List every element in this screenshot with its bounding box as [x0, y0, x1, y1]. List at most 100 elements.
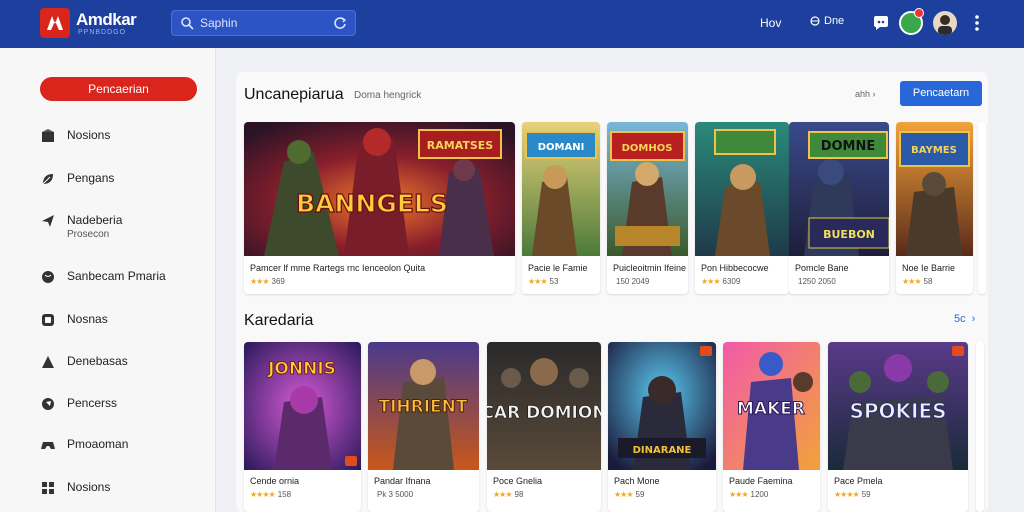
card-title: Pomcle Bane	[795, 263, 849, 273]
section-subtitle: Doma hengrick	[354, 90, 422, 101]
rating-count: 98	[514, 490, 524, 499]
rating-count: 59	[635, 490, 645, 499]
game-card[interactable]: DOMANI Pacie le Famie ★★★ 53	[522, 122, 600, 294]
sidebar-item-1[interactable]: Nosions	[40, 128, 110, 144]
game-art: DOMHOS	[607, 122, 688, 256]
section-title: Karedaria	[244, 312, 314, 329]
star-rating-icon: ★★★★	[250, 490, 276, 499]
game-card[interactable]: DOMNE BUEBON Pomcle Bane 1250 2050	[789, 122, 889, 294]
game-card-partial[interactable]	[978, 122, 986, 294]
card-title: Noe Ie Barrie	[902, 263, 956, 273]
star-rating-icon: ★★★	[902, 277, 921, 286]
rating-count: 6309	[722, 277, 741, 286]
card-tag-icon	[952, 346, 964, 356]
card-title: Pandar Ifnana	[374, 476, 431, 486]
card-title: Pach Mone	[614, 476, 660, 486]
card-art-text: DINARANE	[633, 445, 692, 456]
search-input[interactable]: Saphin	[200, 16, 237, 30]
game-art: DOMANI	[522, 122, 600, 256]
card-rating: ★★★ 1200	[729, 490, 768, 499]
game-card[interactable]: TIHRIENT Pandar Ifnana Pk 3 5000	[368, 342, 479, 512]
rating-count: 1200	[750, 490, 769, 499]
game-card[interactable]: RAMATSES BANNGELS Pamcer lf mme Rartegs …	[244, 122, 515, 294]
language-label: Dne	[824, 15, 845, 27]
sidebar-item-9[interactable]: Nosions	[40, 480, 110, 496]
user-avatar-icon	[938, 15, 952, 35]
star-rating-icon: ★★★	[493, 490, 512, 499]
card-title: Pacie le Famie	[528, 263, 588, 273]
card-tag-icon	[700, 346, 712, 356]
section-action-button[interactable]: Pencaetarn	[900, 81, 982, 106]
card-badge-text: DOMNE	[821, 139, 876, 154]
sidebar-item-5[interactable]: Nosnas	[40, 312, 108, 328]
rating-count: 369	[271, 277, 285, 286]
game-art: MAKER	[723, 342, 820, 470]
logo-icon	[47, 16, 63, 30]
game-card[interactable]: MAKER Paude Faemina ★★★ 1200	[723, 342, 820, 512]
game-art	[695, 122, 789, 256]
section-more-link[interactable]: 5c ›	[954, 313, 975, 325]
game-art: DINARANE	[608, 342, 716, 470]
sidebar-item-label: Sanbecam Pmaria	[67, 269, 166, 283]
sidebar-item-7[interactable]: Pencerss	[40, 396, 117, 412]
card-badge-text: BAYMES	[911, 145, 957, 156]
refresh-icon[interactable]	[333, 16, 347, 30]
section-more-link[interactable]: ahh ›	[855, 89, 876, 99]
more-vertical-icon[interactable]	[972, 13, 982, 33]
arrow-right-icon: ›	[872, 89, 876, 99]
sidebar-item-8[interactable]: Pmoaoman	[40, 437, 128, 453]
game-art: CAR DOMION	[487, 342, 601, 470]
game-card[interactable]: DINARANE Pach Mone ★★★ 59	[608, 342, 716, 512]
game-card[interactable]: SPOKIES Pace Pmela ★★★★ 59	[828, 342, 968, 512]
language-selector[interactable]: Dne	[810, 15, 844, 27]
notification-badge	[914, 8, 924, 18]
shield-icon	[42, 314, 54, 326]
rating-count: 59	[861, 490, 871, 499]
game-card[interactable]: BAYMES Noe Ie Barrie ★★★ 58	[896, 122, 973, 294]
game-art: BAYMES	[896, 122, 973, 256]
sidebar-item-6[interactable]: Denebasas	[40, 354, 128, 370]
game-art: RAMATSES BANNGELS	[244, 122, 515, 256]
globe-icon	[42, 271, 54, 283]
rating-count: Pk 3 5000	[377, 490, 414, 499]
sidebar-item-label: Denebasas	[67, 354, 128, 368]
card-rating: ★★★ 98	[493, 490, 523, 499]
sidebar-item-label: Pmoaoman	[67, 437, 129, 451]
card-rating: Pk 3 5000	[374, 490, 413, 499]
nav-link[interactable]: Hov	[760, 16, 781, 30]
game-card[interactable]: JONNIS Cende ornia ★★★★ 158	[244, 342, 361, 512]
star-rating-icon: ★★★★	[834, 490, 860, 499]
card-rating: ★★★ 6309	[701, 277, 740, 286]
game-card[interactable]: CAR DOMION Poce Gnelia ★★★ 98	[487, 342, 601, 512]
game-card-partial[interactable]	[976, 342, 984, 512]
card-art-text: SPOKIES	[849, 399, 946, 423]
card-art-text: CAR DOMION	[487, 403, 601, 423]
card-tag-icon	[345, 456, 357, 466]
game-art: SPOKIES	[828, 342, 968, 470]
app-logo[interactable]	[40, 8, 70, 38]
leaf-icon	[42, 174, 53, 185]
search-box[interactable]: Saphin	[171, 10, 356, 36]
game-card[interactable]: Pon Hibbecocwe ★★★ 6309	[695, 122, 789, 294]
game-art: TIHRIENT	[368, 342, 479, 470]
send-icon	[42, 215, 54, 227]
gamepad-icon	[41, 442, 55, 449]
card-rating: ★★★ 59	[614, 490, 644, 499]
sidebar-item-label: Nosions	[67, 480, 111, 494]
user-avatar[interactable]	[933, 11, 957, 35]
card-title: Pon Hibbecocwe	[701, 263, 769, 273]
compass-icon	[42, 398, 54, 410]
sidebar-item-4[interactable]: Sanbecam Pmaria	[40, 269, 166, 285]
card-art-text: DOMANI	[538, 142, 585, 153]
sidebar-item-sublabel: Prosecon	[67, 229, 110, 240]
card-art-text: MAKER	[737, 399, 805, 419]
sidebar-primary-button[interactable]: Pencaerian	[40, 77, 197, 101]
game-card[interactable]: DOMHOS Puicleoitmin Ifeine 150 2049	[607, 122, 688, 294]
section-title: Uncanepiarua	[244, 86, 344, 103]
star-rating-icon: ★★★	[614, 490, 633, 499]
message-icon[interactable]	[870, 12, 892, 34]
sidebar-item-2[interactable]: Pengans	[40, 171, 114, 187]
sidebar-item-label: Pengans	[67, 171, 115, 185]
globe-icon	[810, 16, 820, 26]
sidebar-item-3[interactable]: Nadeberia Prosecon	[40, 213, 122, 241]
